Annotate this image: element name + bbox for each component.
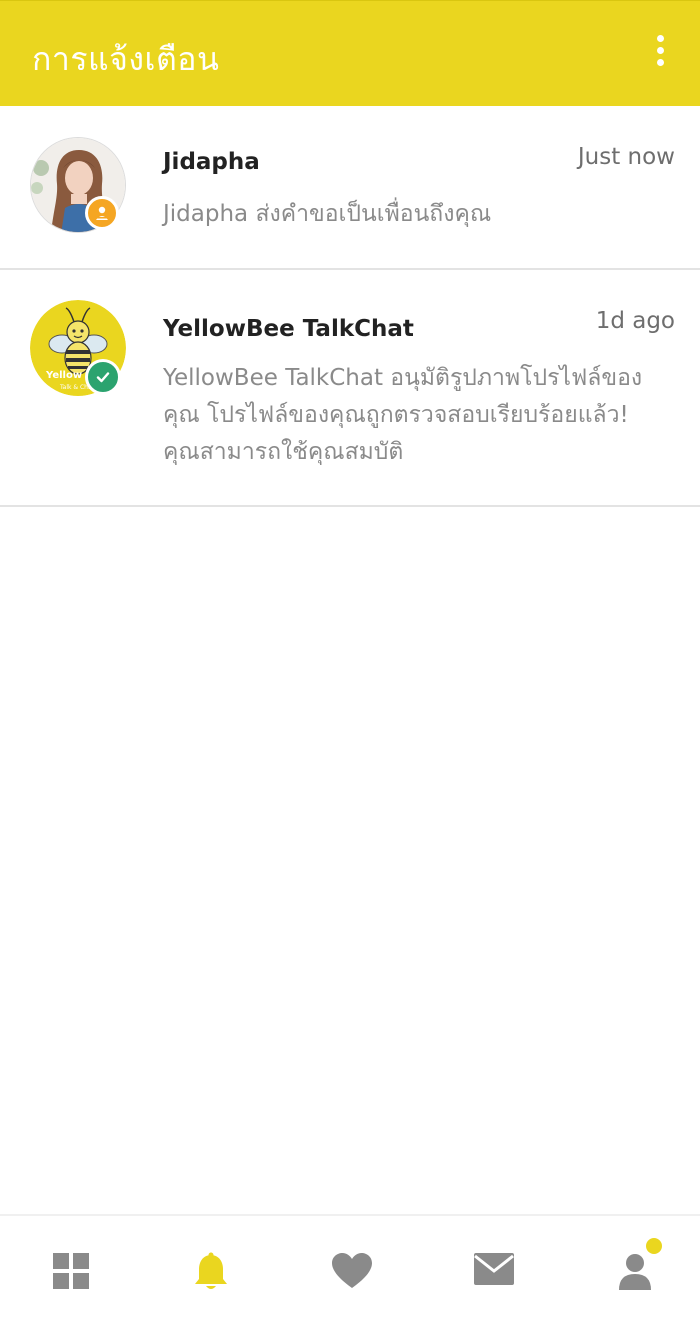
more-options-button[interactable] [642, 35, 678, 75]
notification-time: 1d ago [595, 308, 675, 334]
profile-notification-dot [646, 1238, 662, 1254]
profile-icon [619, 1254, 651, 1290]
nav-profile-button[interactable] [617, 1252, 661, 1296]
nav-messages-button[interactable] [473, 1252, 517, 1296]
grid-icon [53, 1253, 89, 1289]
notification-message: Jidapha ส่งคำขอเป็นเพื่อนถึงคุณ [163, 201, 492, 227]
more-vert-icon [656, 35, 664, 42]
nav-favorites-button[interactable] [331, 1252, 375, 1296]
more-vert-dot [656, 59, 664, 66]
friend-request-icon [96, 206, 108, 220]
more-vert-dot [656, 47, 664, 54]
nav-home-button[interactable] [52, 1252, 96, 1296]
avatar-logo-text: Yellow [46, 370, 83, 381]
nav-notifications-button[interactable] [193, 1252, 237, 1296]
bottom-navigation [0, 1214, 700, 1325]
verified-badge [85, 359, 121, 395]
app-bar: การแจ้งเตือน [0, 0, 700, 106]
heart-icon [332, 1253, 372, 1288]
notification-time: Just now [577, 144, 675, 170]
page-title: การแจ้งเตือน [32, 40, 220, 78]
friend-request-badge [85, 196, 119, 230]
verified-check-icon [96, 372, 110, 383]
notification-sender: Jidapha [163, 149, 260, 175]
bell-icon [195, 1252, 227, 1289]
notification-item[interactable]: Jidapha Just now Jidapha ส่งคำขอเป็นเพื่… [0, 106, 700, 270]
mail-icon [474, 1253, 514, 1285]
notification-sender: YellowBee TalkChat [163, 316, 414, 342]
notification-message: YellowBee TalkChat อนุมัติรูปภาพโปรไฟล์ข… [163, 365, 643, 465]
notification-list: Jidapha Just now Jidapha ส่งคำขอเป็นเพื่… [0, 106, 700, 507]
